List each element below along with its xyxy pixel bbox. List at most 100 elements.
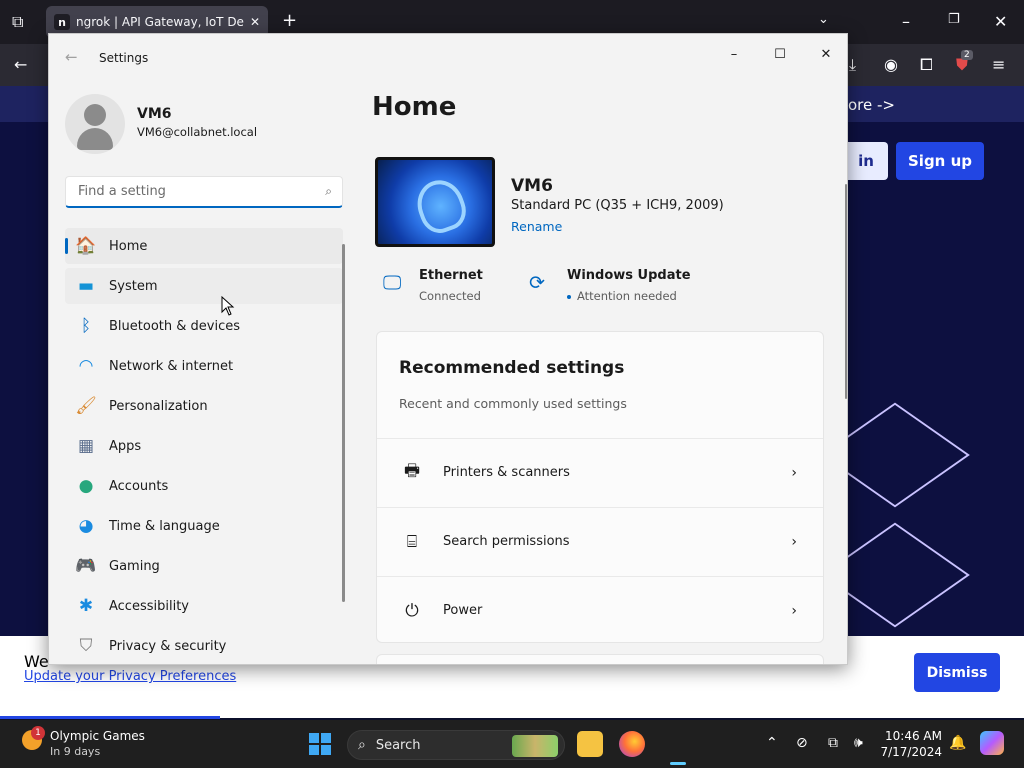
recommended-item-printers-scanners[interactable]: 🖶 Printers & scanners › [377,438,823,506]
volume-icon[interactable]: 🕪 [854,735,863,751]
recommended-item-power[interactable]: ⏻ Power › [377,576,823,642]
sidebar-item-label: System [109,278,158,294]
chevron-up-icon[interactable]: ⌃ [766,735,778,751]
menu-icon[interactable]: ≡ [992,55,1005,74]
sidebar-item-accounts[interactable]: ● Accounts [65,468,343,504]
rename-link[interactable]: Rename [511,219,562,234]
taskbar-search-label: Search [375,737,421,753]
accessibility-icon: ✱ [78,596,94,616]
system-icon: ▬ [77,276,95,296]
device-name: VM6 [511,176,553,196]
status-dot [567,294,571,299]
firefox-icon[interactable] [619,731,645,757]
mouse-cursor-icon [221,296,235,316]
avatar[interactable] [65,94,125,154]
account-icon[interactable]: ◉ [884,55,898,74]
weather-widget-icon[interactable]: 1 [22,726,45,750]
page-progress-bar [0,716,220,719]
sidebar-item-personalization[interactable]: 🖌 Personalization [65,388,343,424]
home-icon: 🏠 [75,236,97,256]
active-app-indicator [670,762,686,765]
extensions-icon[interactable]: ⧠ [920,55,933,75]
content-scrollbar[interactable] [845,184,847,399]
search-icon: ⌕ [358,737,366,753]
close-tab-icon[interactable]: ✕ [250,15,260,29]
sidebar-item-label: Apps [109,438,142,454]
taskbar-search[interactable]: ⌕ Search [347,730,565,760]
sidebar-item-label: Accounts [109,478,169,494]
widget-subtitle: In 9 days [50,745,101,758]
widget-title[interactable]: Olympic Games [50,729,145,743]
banner-learn-more-link[interactable]: ore -> [848,96,895,114]
back-arrow-icon[interactable]: ← [65,48,78,66]
windows-update-title[interactable]: Windows Update [567,268,691,283]
sidebar-item-label: Network & internet [109,358,234,374]
recommended-item-label: Search permissions [443,534,570,549]
sidebar-item-label: Time & language [109,518,220,534]
globe-clock-icon: ◕ [78,516,94,536]
settings-window-title: Settings [99,51,149,65]
extension-badge: 2 [961,50,973,60]
sidebar-item-label: Bluetooth & devices [109,318,240,334]
signup-button[interactable]: Sign up [896,142,984,180]
sidebar-item-network-internet[interactable]: ◠ Network & internet [65,348,343,384]
bluetooth-icon: ᛒ [80,316,92,336]
close-button[interactable]: ✕ [803,40,847,68]
search-icon: ⌕ [325,184,332,198]
display-icon[interactable]: ⧉ [828,735,838,751]
recommended-settings-card: Recommended settings Recent and commonly… [376,331,824,643]
maximize-button[interactable]: ☐ [757,40,803,68]
settings-search[interactable]: ⌕ [65,176,343,208]
device-model: Standard PC (Q35 + ICH9, 2009) [511,198,724,213]
search-input[interactable] [76,183,326,200]
recommended-item-search-permissions[interactable]: ⌸ Search permissions › [377,507,823,575]
chevron-down-icon[interactable]: ⌄ [818,12,829,27]
ethernet-icon: 🖵 [383,272,402,294]
clock-time[interactable]: 10:46 AM [878,729,942,743]
chevron-right-icon: › [791,533,797,550]
next-card [376,654,824,664]
file-explorer-icon[interactable] [577,731,603,757]
recommended-item-label: Power [443,603,483,618]
dismiss-button[interactable]: Dismiss [914,653,1000,692]
bloom-graphic [410,173,472,239]
back-arrow-icon[interactable]: ← [14,55,27,74]
download-icon[interactable]: ⤓ [849,55,856,75]
sidebar-item-gaming[interactable]: 🎮 Gaming [65,548,343,584]
network-icon[interactable]: ⊘ [796,735,808,751]
nav-scrollbar[interactable] [342,244,345,602]
bell-icon[interactable]: 🔔 [949,735,966,751]
privacy-preferences-link[interactable]: Update your Privacy Preferences [24,669,236,684]
clock-date[interactable]: 7/17/2024 [878,745,942,759]
windows-update-icon: ⟳ [529,272,545,294]
user-name: VM6 [137,106,172,122]
sidebar-item-label: Home [109,238,148,254]
ethernet-title[interactable]: Ethernet [419,268,483,283]
printer-icon: 🖶 [403,461,421,481]
tab-list-icon[interactable]: ⧉ [12,12,23,32]
user-email: VM6@collabnet.local [137,125,258,139]
sidebar-item-system[interactable]: ▬ System [65,268,343,304]
apps-icon: ▦ [77,436,95,456]
sidebar-item-privacy-security[interactable]: ⛉ Privacy & security [65,628,343,664]
minimize-button[interactable]: – [711,40,757,68]
gamepad-icon: 🎮 [75,556,97,576]
wifi-icon: ◠ [78,356,94,376]
sidebar-item-label: Privacy & security [109,638,227,654]
sidebar-item-apps[interactable]: ▦ Apps [65,428,343,464]
sidebar-item-label: Gaming [109,558,160,574]
selection-indicator [65,238,68,254]
restore-icon[interactable]: ❐ [948,12,960,27]
copilot-icon[interactable] [980,731,1004,755]
new-tab-icon[interactable]: + [282,10,297,31]
login-button[interactable]: in [844,142,888,180]
page-title: Home [372,92,457,122]
sidebar-item-accessibility[interactable]: ✱ Accessibility [65,588,343,624]
start-button[interactable] [309,733,331,755]
ngrok-favicon-icon: n [54,14,70,30]
close-window-icon[interactable]: ✕ [994,12,1007,31]
minimize-icon[interactable]: – [902,12,910,31]
sidebar-item-home[interactable]: 🏠 Home [65,228,343,264]
sidebar-item-time-language[interactable]: ◕ Time & language [65,508,343,544]
sidebar-item-bluetooth-devices[interactable]: ᛒ Bluetooth & devices [65,308,343,344]
